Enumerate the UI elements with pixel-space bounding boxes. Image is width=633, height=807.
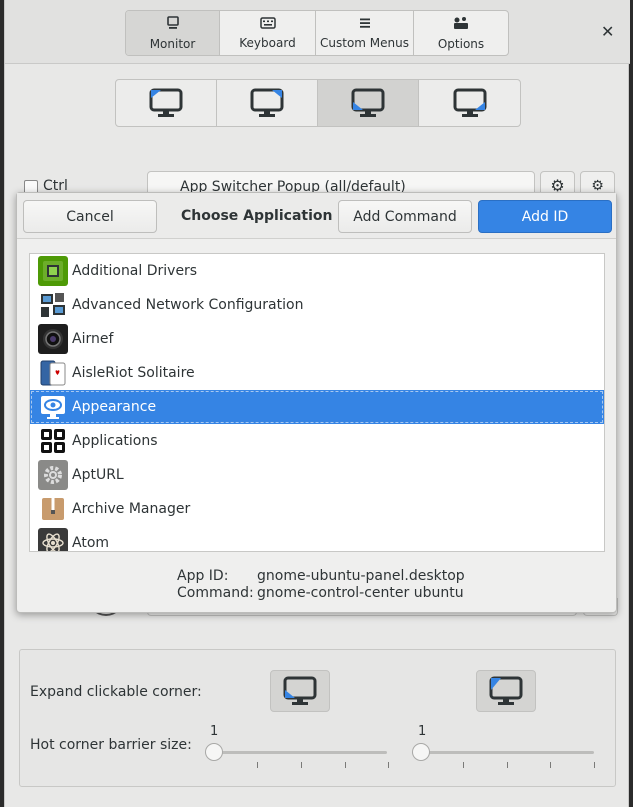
- monitor-icon: [489, 676, 523, 705]
- app-name: Additional Drivers: [72, 263, 198, 279]
- list-item[interactable]: Advanced Network Configuration: [30, 288, 604, 322]
- app-id-value: gnome-ubuntu-panel.desktop: [257, 568, 465, 584]
- monitor-icon: [453, 88, 486, 117]
- list-item[interactable]: AptURL: [30, 458, 604, 492]
- barrier-slider-2[interactable]: [412, 751, 594, 754]
- command-label: Command:: [177, 585, 254, 601]
- app-name: AptURL: [72, 467, 124, 483]
- atom-icon: [38, 528, 68, 551]
- list-item[interactable]: Atom: [30, 526, 604, 551]
- dialog-header: Cancel Choose Application Add Command Ad…: [17, 193, 616, 239]
- camera-icon: [38, 324, 68, 354]
- tab-label: Options: [437, 36, 485, 51]
- tab-label: Monitor: [149, 36, 196, 51]
- selection-info: App ID: gnome-ubuntu-panel.desktop Comman…: [177, 568, 465, 602]
- app-name: Applications: [72, 433, 158, 449]
- corner-top-left-button[interactable]: [116, 80, 217, 126]
- monitor-icon: [149, 88, 183, 117]
- slider-tick: [463, 762, 464, 768]
- header-bar: Monitor Keyboard Custom Menus Options ✕: [5, 0, 630, 64]
- app-id-label: App ID:: [177, 568, 229, 584]
- expand-corner-left-button[interactable]: [270, 670, 330, 712]
- slider-tick: [257, 762, 258, 768]
- barrier-size-label: Hot corner barrier size:: [30, 737, 192, 753]
- menu-icon: [359, 17, 371, 33]
- expand-corner-right-button[interactable]: [476, 670, 536, 712]
- dialog-title: Choose Application: [181, 208, 333, 224]
- tab-monitor[interactable]: Monitor: [126, 11, 220, 55]
- application-list[interactable]: Additional Drivers Advanced Network Conf…: [29, 253, 605, 552]
- expand-corner-label: Expand clickable corner:: [30, 684, 202, 700]
- command-value: gnome-control-center ubuntu: [257, 585, 464, 601]
- list-item[interactable]: AisleRiot Solitaire: [30, 356, 604, 390]
- keyboard-icon: [259, 16, 276, 33]
- slider-tick: [301, 762, 302, 768]
- monitor-icon: [283, 676, 317, 705]
- tab-bar: Monitor Keyboard Custom Menus Options: [125, 10, 509, 56]
- gear-icon: [38, 460, 68, 490]
- slider-tick: [345, 762, 346, 768]
- app-name: Appearance: [72, 399, 157, 415]
- list-item[interactable]: Additional Drivers: [30, 254, 604, 288]
- add-id-button[interactable]: Add ID: [478, 200, 612, 233]
- grid-icon: [38, 426, 68, 456]
- app-name: Atom: [72, 535, 110, 551]
- corner-top-right-button[interactable]: [217, 80, 318, 126]
- corner-bottom-right-button[interactable]: [419, 80, 520, 126]
- corner-bottom-left-button[interactable]: [318, 80, 419, 126]
- monitor-icon: [351, 88, 385, 117]
- choose-application-dialog: Cancel Choose Application Add Command Ad…: [16, 192, 617, 613]
- barrier-slider-1[interactable]: [205, 751, 387, 754]
- slider-2-value: 1: [418, 724, 427, 739]
- tab-label: Custom Menus: [320, 35, 409, 50]
- list-item[interactable]: Archive Manager: [30, 492, 604, 526]
- slider-1-knob[interactable]: [205, 743, 223, 761]
- tab-custom-menus[interactable]: Custom Menus: [316, 11, 414, 55]
- list-item[interactable]: Applications: [30, 424, 604, 458]
- monitor-icon: [166, 15, 180, 34]
- slider-tick: [507, 762, 508, 768]
- monitor-corner-selector: [115, 79, 521, 127]
- monitor-icon: [250, 88, 284, 117]
- close-icon[interactable]: ✕: [601, 22, 614, 41]
- list-item[interactable]: Airnef: [30, 322, 604, 356]
- slider-tick: [388, 762, 389, 768]
- slider-tick: [550, 762, 551, 768]
- cards-icon: [38, 358, 68, 388]
- app-name: Advanced Network Configuration: [72, 297, 304, 313]
- slider-tick: [594, 762, 595, 768]
- corner-settings-panel: Expand clickable corner: Hot corner barr…: [19, 649, 616, 787]
- app-name: Archive Manager: [72, 501, 191, 517]
- add-command-button[interactable]: Add Command: [338, 200, 472, 233]
- archive-icon: [38, 494, 68, 524]
- tab-keyboard[interactable]: Keyboard: [220, 11, 316, 55]
- slider-1-value: 1: [210, 724, 219, 739]
- tab-label: Keyboard: [239, 35, 296, 50]
- tab-options[interactable]: Options: [414, 11, 508, 55]
- options-icon: [452, 16, 470, 34]
- network-icon: [38, 290, 68, 320]
- cancel-button[interactable]: Cancel: [23, 200, 157, 233]
- list-item-selected[interactable]: Appearance: [30, 390, 604, 424]
- slider-2-knob[interactable]: [412, 743, 430, 761]
- appearance-icon: [38, 392, 68, 422]
- chip-icon: [38, 256, 68, 286]
- app-name: Airnef: [72, 331, 114, 347]
- app-name: AisleRiot Solitaire: [72, 365, 195, 381]
